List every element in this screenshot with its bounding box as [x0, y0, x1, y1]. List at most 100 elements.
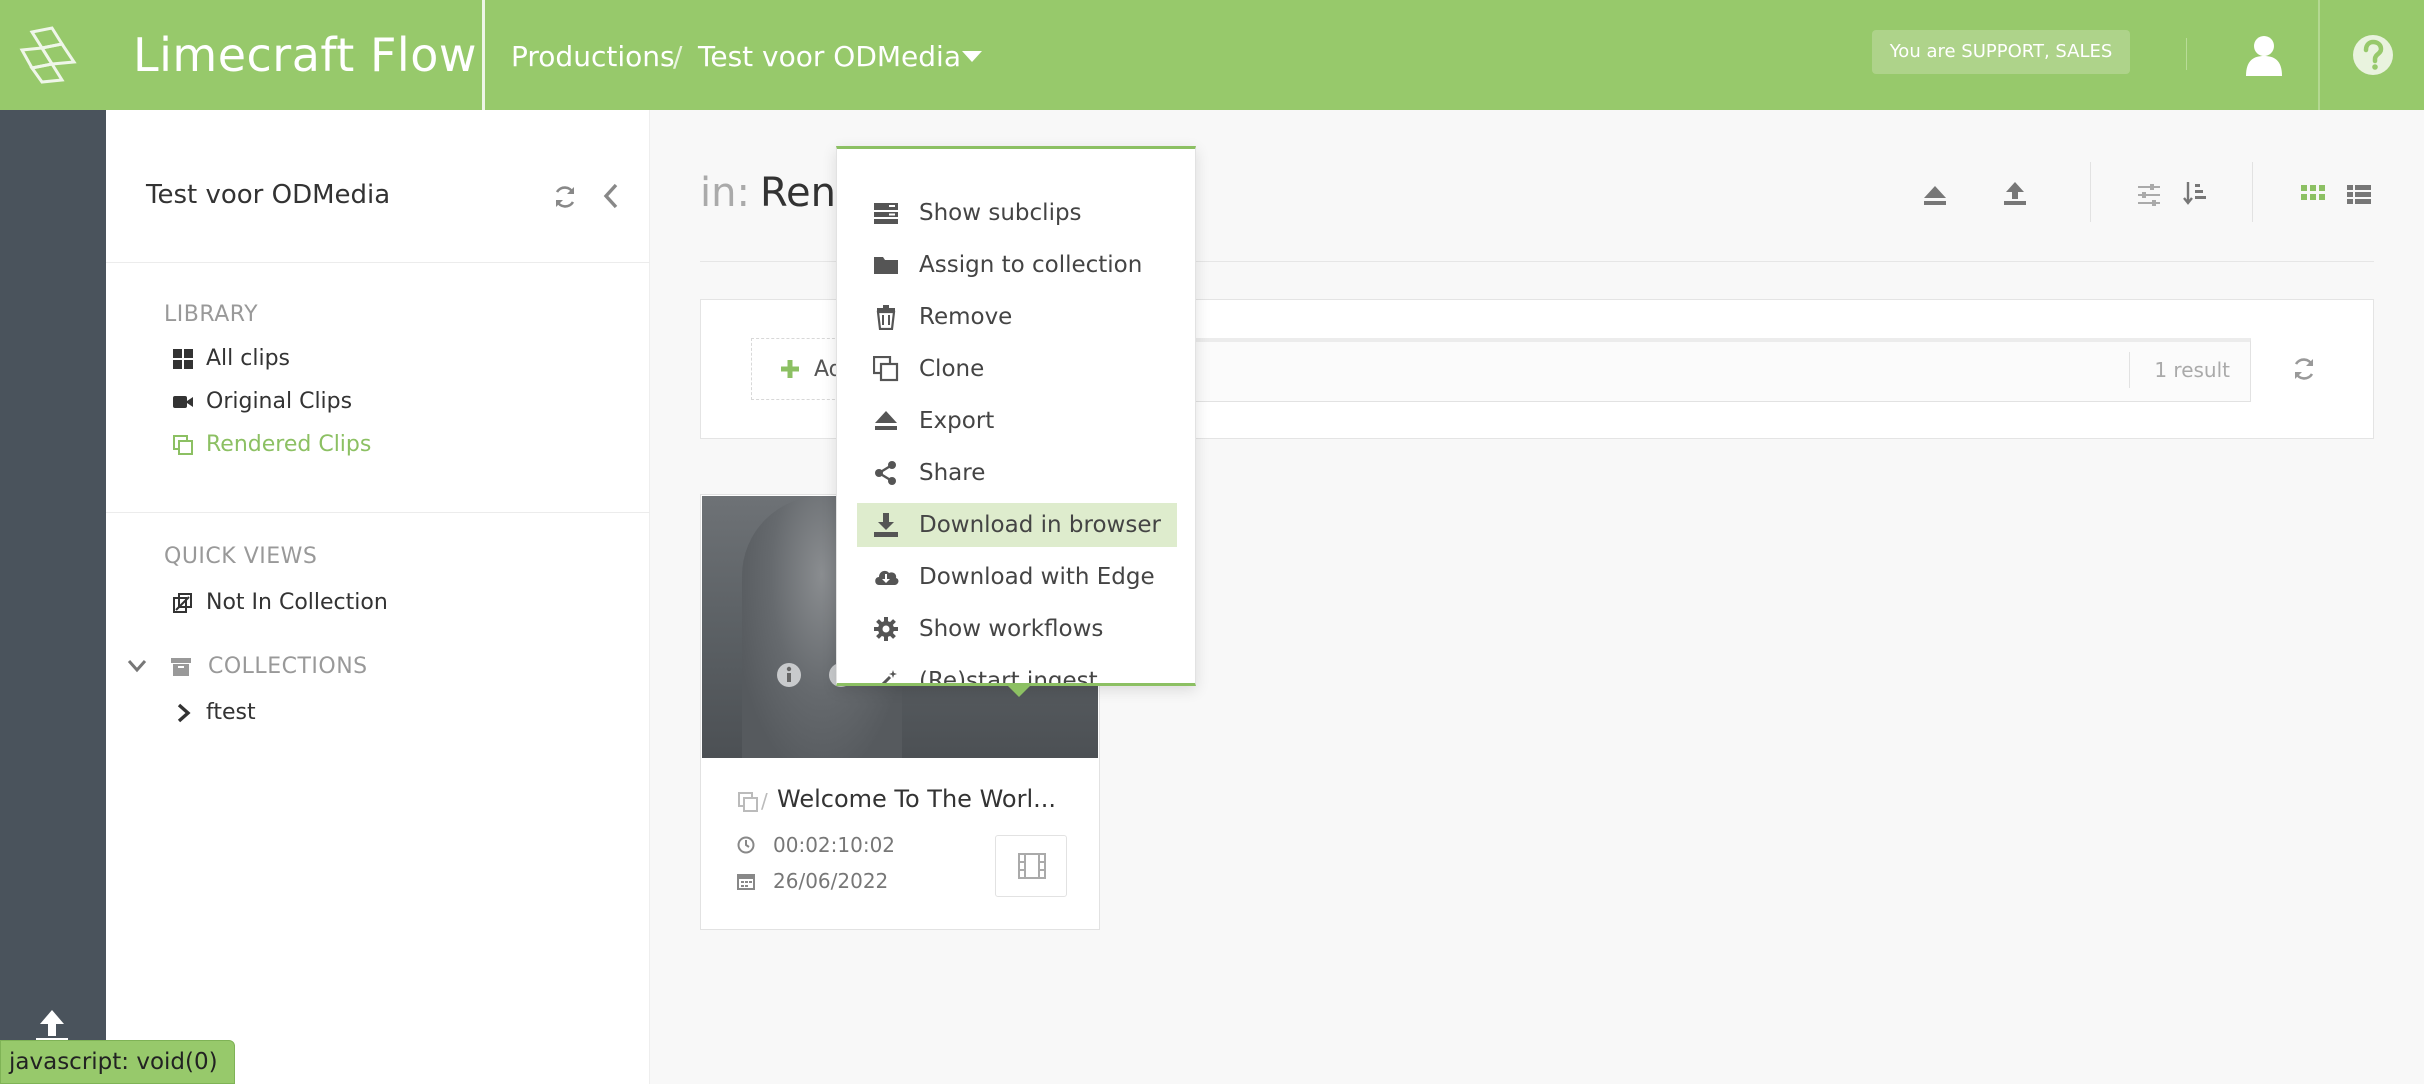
menu-item-download-with-edge[interactable]: Download with Edge: [857, 555, 1177, 599]
role-badge[interactable]: You are SUPPORT, SALES: [1872, 30, 2130, 74]
topbar-divider: [2186, 38, 2187, 70]
menu-item-download-in-browser[interactable]: Download in browser: [857, 503, 1177, 547]
menu-item-restart-ingest[interactable]: (Re)start ingest: [857, 659, 1177, 686]
video-camera-icon: [173, 395, 193, 408]
library-heading: LIBRARY: [164, 302, 259, 327]
filter-sliders-icon[interactable]: [2136, 182, 2162, 208]
menu-pointer: [1008, 686, 1030, 697]
plus-icon: [781, 360, 799, 378]
copy-icon: [173, 434, 193, 455]
archive-icon: [171, 658, 191, 676]
menu-item-clone[interactable]: Clone: [857, 347, 1177, 391]
grid-view-icon[interactable]: [2300, 182, 2326, 208]
help-icon[interactable]: [2352, 34, 2394, 76]
top-bar: Limecraft Flow Productions / Test voor O…: [0, 0, 2424, 110]
menu-item-label: Download in browser: [919, 512, 1161, 538]
divider: [2129, 352, 2130, 388]
chevron-down-icon[interactable]: [126, 658, 148, 674]
duration-value: 00:02:10:02: [773, 833, 896, 857]
clip-context-menu: Show subclips Assign to collection Remov…: [836, 146, 1196, 686]
clock-icon: [737, 836, 755, 854]
search-field[interactable]: 1 result: [1131, 338, 2251, 402]
copy-icon: [738, 792, 758, 812]
sidebar-item-label: All clips: [206, 346, 291, 371]
list-view-icon[interactable]: [2346, 182, 2372, 208]
left-rail: [0, 110, 106, 1084]
scope-prefix: in:: [700, 170, 750, 216]
eject-icon[interactable]: [1922, 182, 1948, 208]
subclips-icon: [874, 203, 898, 224]
refresh-icon[interactable]: [2291, 356, 2317, 382]
clip-date: 26/06/2022: [737, 869, 888, 893]
sidebar-item-all-clips[interactable]: All clips: [172, 346, 290, 371]
breadcrumb-separator: /: [673, 40, 683, 73]
refresh-icon[interactable]: [552, 184, 578, 210]
toolbar-divider: [2090, 162, 2091, 222]
sidebar-item-label: Rendered Clips: [206, 432, 372, 457]
eject-icon: [875, 411, 897, 430]
divider: [106, 262, 650, 263]
menu-item-show-subclips[interactable]: Show subclips: [857, 191, 1177, 235]
film-icon: [1018, 853, 1046, 879]
clip-title[interactable]: Welcome To The Worl...: [777, 785, 1056, 813]
sidebar-item-label: Not In Collection: [206, 590, 388, 615]
sidebar-item-not-in-collection[interactable]: Not In Collection: [172, 590, 388, 615]
topbar-divider: [2318, 0, 2320, 110]
menu-item-label: Assign to collection: [919, 252, 1143, 278]
logo-icon[interactable]: [18, 26, 84, 84]
chevron-right-icon: [177, 703, 191, 722]
menu-item-remove[interactable]: Remove: [857, 295, 1177, 339]
download-icon: [874, 513, 898, 537]
divider: [106, 512, 650, 513]
sidebar: Test voor ODMedia LIBRARY All clips Orig…: [106, 110, 650, 1084]
upload-icon[interactable]: [34, 1008, 70, 1044]
info-icon[interactable]: [776, 662, 802, 688]
search-input[interactable]: [1132, 342, 2112, 398]
collection-off-icon: [173, 592, 192, 613]
menu-item-share[interactable]: Share: [857, 451, 1177, 495]
quick-views-heading: QUICK VIEWS: [164, 544, 318, 569]
breadcrumb-productions[interactable]: Productions: [511, 40, 675, 73]
menu-item-label: Show subclips: [919, 200, 1082, 226]
share-icon: [875, 461, 896, 485]
card-separator: /: [761, 789, 768, 813]
gear-icon: [874, 617, 898, 641]
cloud-download-icon: [875, 570, 899, 585]
collections-heading: COLLECTIONS: [208, 654, 368, 679]
folder-icon: [874, 257, 898, 274]
menu-item-show-workflows[interactable]: Show workflows: [857, 607, 1177, 651]
grid-icon: [173, 348, 193, 369]
sidebar-title: Test voor ODMedia: [146, 180, 391, 210]
menu-item-label: Show workflows: [919, 616, 1104, 642]
toolbar-divider: [2252, 162, 2253, 222]
app-title[interactable]: Limecraft Flow: [133, 28, 477, 82]
result-count: 1 result: [2154, 358, 2230, 382]
trash-icon: [876, 305, 896, 330]
sidebar-item-rendered-clips[interactable]: Rendered Clips: [172, 432, 371, 457]
magic-wand-icon: [881, 670, 897, 683]
menu-item-label: Download with Edge: [919, 564, 1155, 590]
collapse-sidebar-icon[interactable]: [600, 182, 622, 210]
date-value: 26/06/2022: [773, 869, 889, 893]
clip-duration: 00:02:10:02: [737, 833, 895, 857]
collection-label: ftest: [206, 700, 256, 725]
calendar-icon: [737, 874, 755, 890]
sidebar-item-original-clips[interactable]: Original Clips: [172, 389, 352, 414]
collection-item-ftest[interactable]: ftest: [172, 700, 256, 725]
user-icon[interactable]: [2244, 34, 2284, 76]
menu-item-export[interactable]: Export: [857, 399, 1177, 443]
menu-item-label: Export: [919, 408, 995, 434]
upload-icon[interactable]: [2002, 180, 2028, 206]
menu-item-assign-to-collection[interactable]: Assign to collection: [857, 243, 1177, 287]
open-player-button[interactable]: [995, 835, 1067, 897]
breadcrumb-production-name[interactable]: Test voor ODMedia: [698, 40, 961, 73]
topbar-divider: [482, 0, 485, 110]
status-bar-url: javascript: void(0): [0, 1040, 235, 1084]
menu-item-label: Clone: [919, 356, 985, 382]
chevron-down-icon[interactable]: [962, 51, 982, 62]
menu-item-label: Share: [919, 460, 986, 486]
menu-item-label: (Re)start ingest: [919, 668, 1098, 686]
sidebar-item-label: Original Clips: [206, 389, 353, 414]
menu-item-label: Remove: [919, 304, 1013, 330]
sort-icon[interactable]: [2182, 180, 2208, 206]
